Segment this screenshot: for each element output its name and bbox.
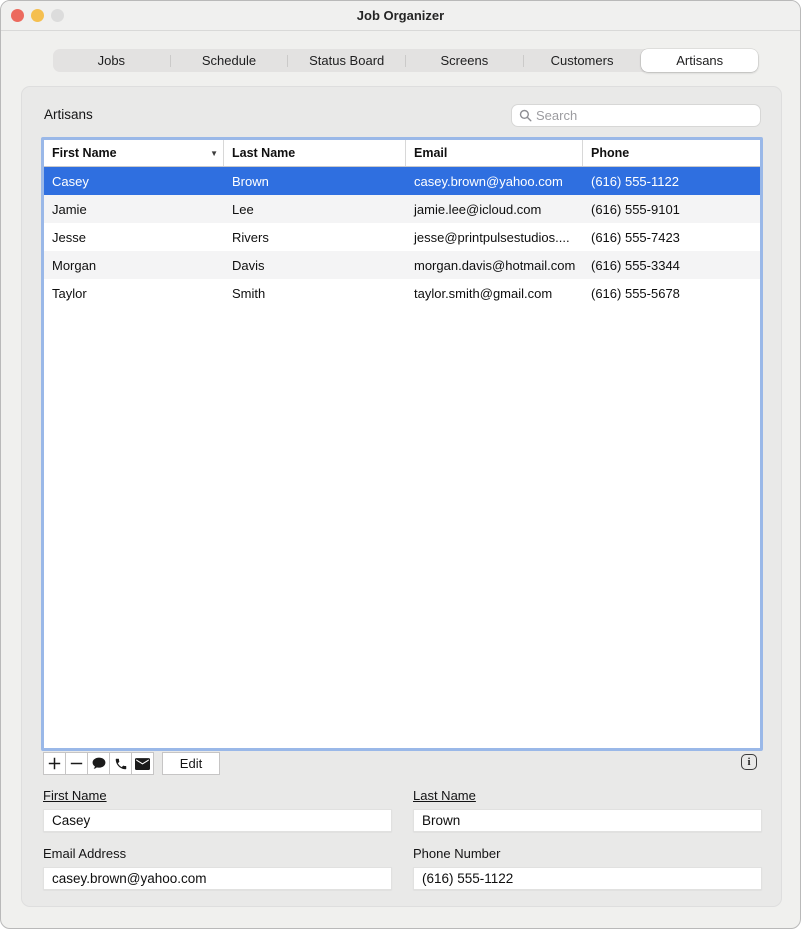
traffic-lights bbox=[11, 9, 64, 22]
window-title: Job Organizer bbox=[1, 1, 800, 30]
content-panel: Artisans First Name ▼ Last Name bbox=[21, 86, 782, 907]
table-row[interactable]: Jamie Lee jamie.lee@icloud.com (616) 555… bbox=[44, 195, 760, 223]
first-name-label: First Name bbox=[43, 788, 107, 803]
column-header-email[interactable]: Email bbox=[406, 140, 583, 166]
tab-jobs[interactable]: Jobs bbox=[53, 49, 170, 72]
remove-record-button[interactable] bbox=[65, 752, 88, 775]
envelope-icon bbox=[135, 758, 150, 770]
minimize-button[interactable] bbox=[31, 9, 44, 22]
edit-button[interactable]: Edit bbox=[162, 752, 220, 775]
info-icon: i bbox=[747, 756, 750, 768]
table-header: First Name ▼ Last Name Email Phone bbox=[44, 140, 760, 167]
email-button[interactable] bbox=[131, 752, 154, 775]
artisans-table: First Name ▼ Last Name Email Phone Casey… bbox=[41, 137, 763, 751]
email-address-label: Email Address bbox=[43, 846, 126, 861]
phone-number-label: Phone Number bbox=[413, 846, 500, 861]
table-row[interactable]: Morgan Davis morgan.davis@hotmail.com (6… bbox=[44, 251, 760, 279]
first-name-field[interactable] bbox=[43, 809, 392, 832]
info-button[interactable]: i bbox=[741, 754, 757, 770]
table-row[interactable]: Taylor Smith taylor.smith@gmail.com (616… bbox=[44, 279, 760, 307]
sort-descending-icon: ▼ bbox=[210, 149, 218, 158]
table-row[interactable]: Jesse Rivers jesse@printpulsestudios....… bbox=[44, 223, 760, 251]
tab-status-board[interactable]: Status Board bbox=[288, 49, 405, 72]
column-header-last-name[interactable]: Last Name bbox=[224, 140, 406, 166]
search-field[interactable] bbox=[511, 104, 761, 127]
column-header-phone[interactable]: Phone bbox=[583, 140, 760, 166]
search-input[interactable] bbox=[536, 108, 753, 123]
phone-icon bbox=[114, 757, 128, 771]
tab-artisans-selected[interactable]: Artisans bbox=[641, 49, 758, 72]
speech-bubble-icon bbox=[92, 757, 106, 770]
call-button[interactable] bbox=[109, 752, 132, 775]
phone-number-field[interactable] bbox=[413, 867, 762, 890]
last-name-label: Last Name bbox=[413, 788, 476, 803]
search-icon bbox=[519, 109, 532, 122]
last-name-field[interactable] bbox=[413, 809, 762, 832]
plus-icon bbox=[48, 757, 61, 770]
tab-screens[interactable]: Screens bbox=[406, 49, 523, 72]
tab-bar: Jobs Schedule Status Board Screens Custo… bbox=[53, 49, 758, 72]
column-header-first-name[interactable]: First Name ▼ bbox=[44, 140, 224, 166]
add-record-button[interactable] bbox=[43, 752, 66, 775]
title-bar: Job Organizer bbox=[1, 1, 800, 31]
page-title: Artisans bbox=[44, 107, 93, 122]
tab-schedule[interactable]: Schedule bbox=[171, 49, 288, 72]
close-button[interactable] bbox=[11, 9, 24, 22]
email-address-field[interactable] bbox=[43, 867, 392, 890]
message-button[interactable] bbox=[87, 752, 110, 775]
record-toolbar: Edit bbox=[43, 752, 220, 775]
zoom-button-disabled bbox=[51, 9, 64, 22]
table-row-selected[interactable]: Casey Brown casey.brown@yahoo.com (616) … bbox=[44, 167, 760, 195]
tab-customers[interactable]: Customers bbox=[524, 49, 641, 72]
app-window: Job Organizer Jobs Schedule Status Board… bbox=[0, 0, 801, 929]
minus-icon bbox=[70, 757, 83, 770]
